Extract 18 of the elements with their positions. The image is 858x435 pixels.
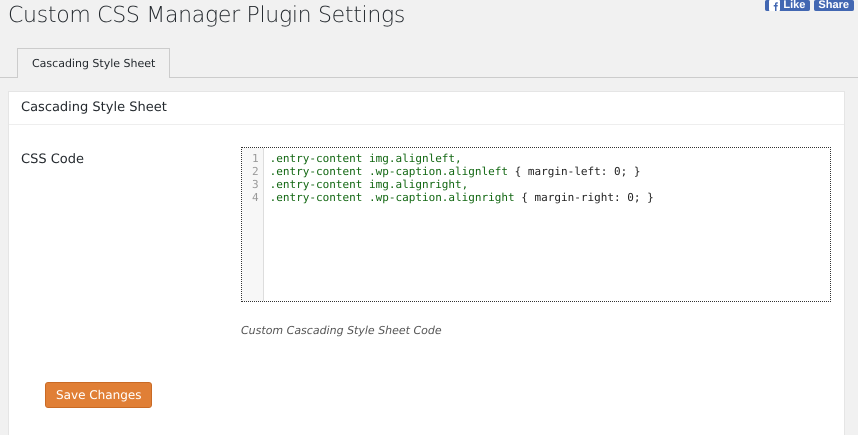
code-line: .entry-content img.alignleft,	[270, 152, 463, 165]
line-number: 3	[252, 178, 259, 191]
code-line: .entry-content .wp-caption.alignright { margin-right: 0; }	[270, 191, 654, 204]
line-number: 1	[252, 152, 259, 165]
facebook-icon	[769, 0, 780, 10]
share-button[interactable]: Share	[814, 0, 854, 11]
code-line: .entry-content .wp-caption.alignleft { margin-left: 0; }	[270, 165, 642, 178]
line-number: 2	[252, 165, 259, 178]
like-button[interactable]: Like	[765, 0, 810, 11]
line-number: 4	[252, 191, 259, 204]
tab[interactable]: Cascading Style Sheet	[17, 48, 170, 78]
code-editor[interactable]: 1 2 3 4 .entry-content img.alignleft, .entry-content .wp-caption.alignleft { margin-left: 0; } .entry-content img.alignright, .entry-content .wp-caption.alignright { margin-right: 0; }	[241, 147, 831, 302]
code-line: .entry-content img.alignright,	[270, 178, 470, 191]
page-title: Custom CSS Manager Plugin Settings	[8, 3, 406, 28]
panel-title: Cascading Style Sheet	[9, 92, 844, 125]
field-description: Custom Cascading Style Sheet Code	[241, 324, 443, 337]
field-label: CSS Code	[21, 151, 85, 169]
save-button[interactable]: Save Changes	[45, 382, 152, 408]
